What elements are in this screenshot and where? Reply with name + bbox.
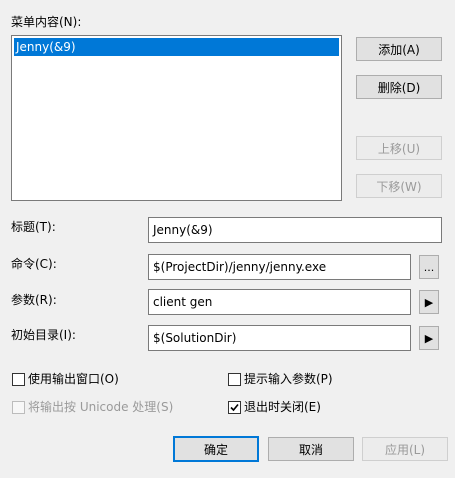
arrow-right-icon: ▶ (424, 331, 434, 345)
menu-contents-label: 菜单内容(N): (11, 15, 82, 29)
use-output-window-checkbox[interactable] (12, 373, 25, 386)
close-on-exit-label: 退出时关闭(E) (244, 400, 321, 414)
list-item[interactable]: Jenny(&9) (14, 38, 339, 56)
command-label: 命令(C): (11, 257, 57, 271)
initdir-label: 初始目录(I): (11, 328, 76, 342)
title-field[interactable]: Jenny(&9) (148, 217, 442, 243)
args-label: 参数(R): (11, 293, 57, 307)
use-output-window-label: 使用输出窗口(O) (28, 372, 119, 386)
unicode-output-label: 将输出按 Unicode 处理(S) (28, 400, 174, 414)
move-down-button[interactable]: 下移(W) (356, 174, 442, 198)
initdir-menu-button[interactable]: ▶ (419, 326, 439, 350)
checkmark-icon (230, 403, 239, 412)
initdir-field[interactable]: $(SolutionDir) (148, 325, 411, 351)
cancel-button[interactable]: 取消 (268, 437, 354, 461)
apply-button[interactable]: 应用(L) (362, 437, 448, 461)
menu-contents-list[interactable]: Jenny(&9) (11, 35, 342, 201)
title-label: 标题(T): (11, 220, 56, 234)
args-menu-button[interactable]: ▶ (419, 290, 439, 314)
command-field[interactable]: $(ProjectDir)/jenny/jenny.exe (148, 254, 411, 280)
add-button[interactable]: 添加(A) (356, 37, 442, 61)
delete-button[interactable]: 删除(D) (356, 75, 442, 99)
unicode-output-checkbox[interactable] (12, 401, 25, 414)
arrow-right-icon: ▶ (424, 295, 434, 309)
ok-button[interactable]: 确定 (173, 436, 259, 462)
ellipsis-icon: ... (423, 260, 435, 274)
args-field[interactable]: client gen (148, 289, 411, 315)
move-up-button[interactable]: 上移(U) (356, 136, 442, 160)
prompt-args-checkbox[interactable] (228, 373, 241, 386)
browse-command-button[interactable]: ... (419, 255, 439, 279)
prompt-args-label: 提示输入参数(P) (244, 372, 333, 386)
close-on-exit-checkbox[interactable] (228, 401, 241, 414)
